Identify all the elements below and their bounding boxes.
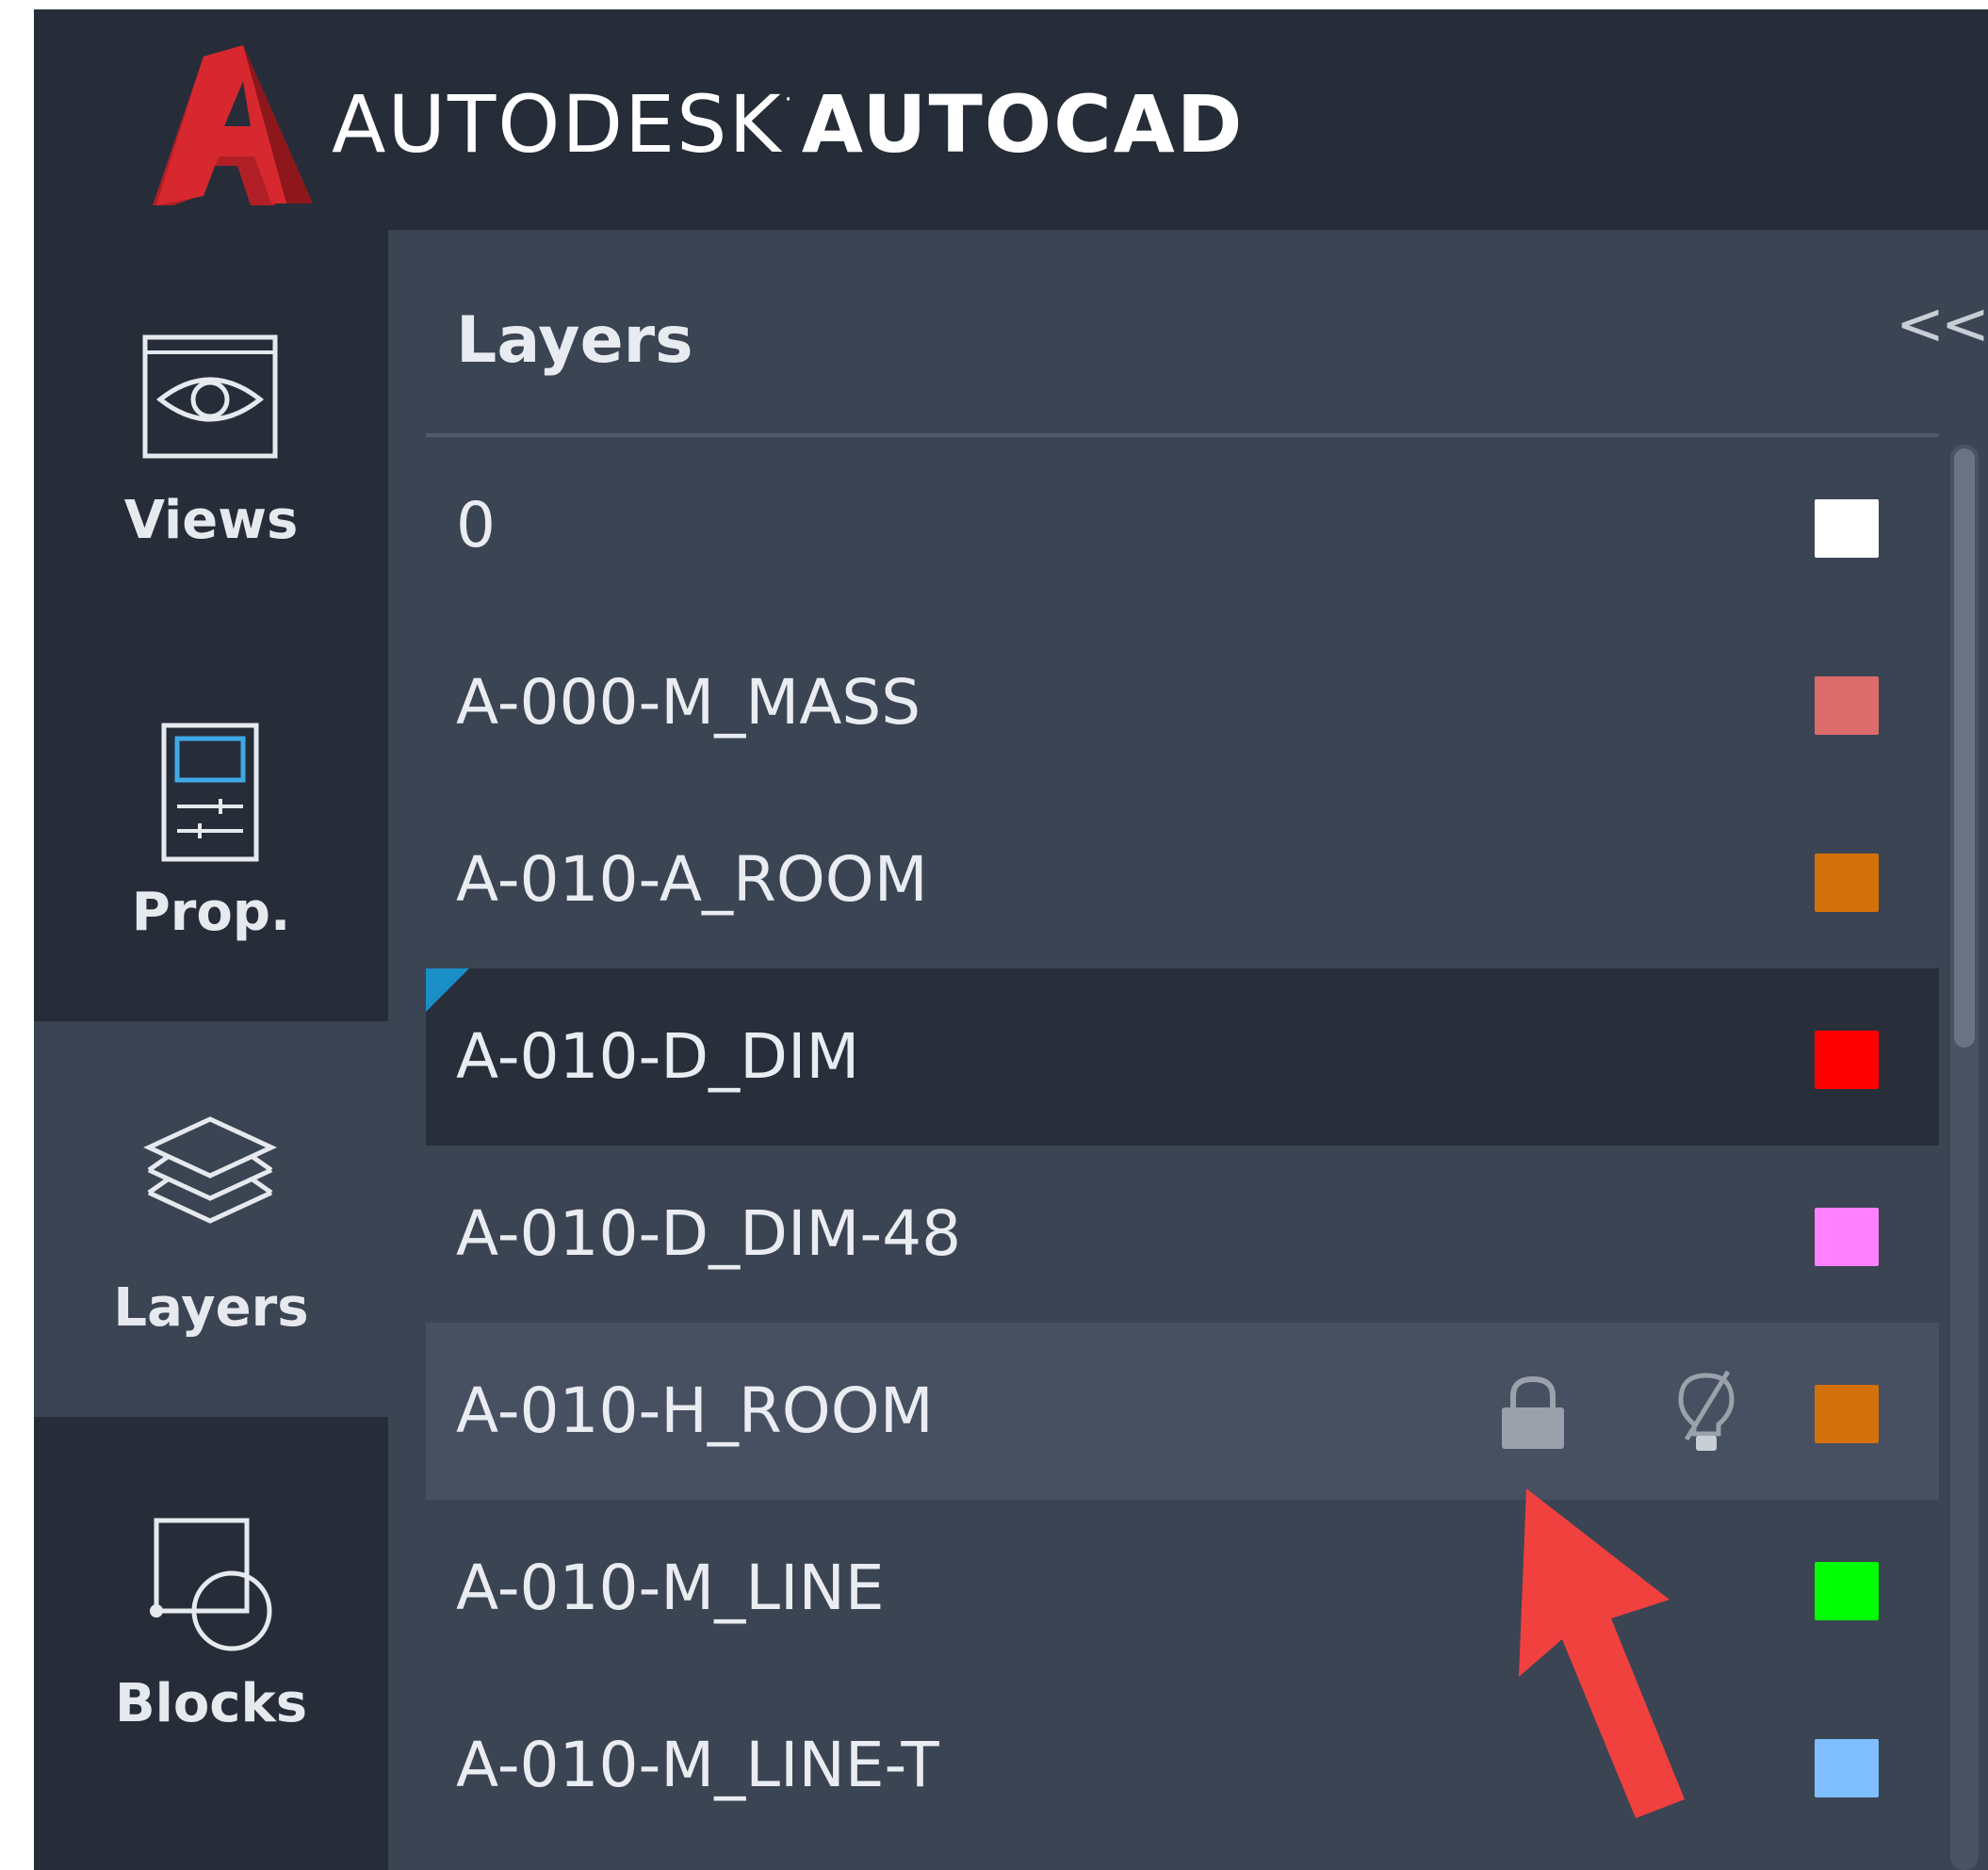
layer-name: A-010-M_LINE-T [456,1729,939,1801]
sidebar-label-layers: Layers [113,1277,309,1339]
sidebar: Views Prop. Layers Blocks [34,230,388,1870]
layer-name: A-010-H_ROOM [456,1374,934,1447]
autocad-app: AUTODESK · AUTOCAD Views Prop. Layers Bl… [34,9,1988,1870]
layer-name: A-010-D_DIM-48 [456,1197,962,1270]
layer-row-a-010-m-line[interactable]: A-010-M_LINE [426,1500,1939,1677]
sidebar-label-properties: Prop. [131,882,291,943]
layer-row-a-010-m-line-t[interactable]: A-010-M_LINE-T [426,1677,1939,1854]
layer-name: A-010-M_LINE [456,1552,885,1624]
layer-name: A-000-M_MASS [456,666,921,739]
layer-row-a-010-a-room[interactable]: A-010-A_ROOM [426,791,1939,968]
layer-color-swatch[interactable] [1815,854,1879,912]
sidebar-item-layers[interactable]: Layers [34,1021,388,1417]
layer-row-a-000-m-mass[interactable]: A-000-M_MASS [426,614,1939,791]
layer-name: A-010-D_DIM [456,1020,860,1093]
blocks-icon [150,1518,272,1651]
layer-row-0[interactable]: 0 [426,437,1939,614]
brand-autocad: AUTOCAD [801,78,1245,171]
sidebar-label-blocks: Blocks [114,1673,308,1734]
sidebar-item-blocks[interactable]: Blocks [34,1417,388,1813]
trademark-mark: · [784,86,794,114]
brand-autodesk: AUTODESK [332,78,783,171]
autocad-logo-icon [153,45,313,205]
panel-title: Layers [456,303,693,378]
layer-color-swatch[interactable] [1815,1031,1879,1089]
sidebar-item-properties[interactable]: Prop. [34,626,388,1021]
app-header: AUTODESK · AUTOCAD [34,9,1988,230]
layer-name: A-010-A_ROOM [456,843,928,916]
scrollbar-thumb[interactable] [1954,448,1975,1048]
layer-color-swatch[interactable] [1815,1385,1879,1443]
lightbulb-off-icon[interactable] [1671,1368,1741,1455]
current-layer-marker-icon [426,968,469,1012]
layer-row-a-010-d-dim[interactable]: A-010-D_DIM [426,968,1939,1146]
layer-list: 0 A-000-M_MASS A-010-A_ROOM A-010-D_DIM … [426,437,1939,1870]
layer-color-swatch[interactable] [1815,499,1879,558]
layer-color-swatch[interactable] [1815,1562,1879,1620]
collapse-panel-button[interactable]: << [1896,286,1988,362]
layers-panel: Layers << 0 A-000-M_MASS A-010-A_ROOM A-… [388,230,1988,1870]
eye-icon [142,334,278,459]
layer-color-swatch[interactable] [1815,676,1879,735]
layer-color-swatch[interactable] [1815,1208,1879,1266]
brand-wordmark: AUTODESK · AUTOCAD [332,77,1245,171]
layer-color-swatch[interactable] [1815,1739,1879,1797]
lock-icon[interactable] [1498,1374,1568,1451]
properties-icon [161,723,259,862]
sidebar-item-views[interactable]: Views [34,230,388,626]
sidebar-label-views: Views [123,490,299,551]
layer-row-a-010-d-dim-48[interactable]: A-010-D_DIM-48 [426,1146,1939,1323]
layer-row-a-010-h-room[interactable]: A-010-H_ROOM [426,1323,1939,1500]
layers-icon [143,1116,277,1224]
layer-name: 0 [456,489,496,561]
